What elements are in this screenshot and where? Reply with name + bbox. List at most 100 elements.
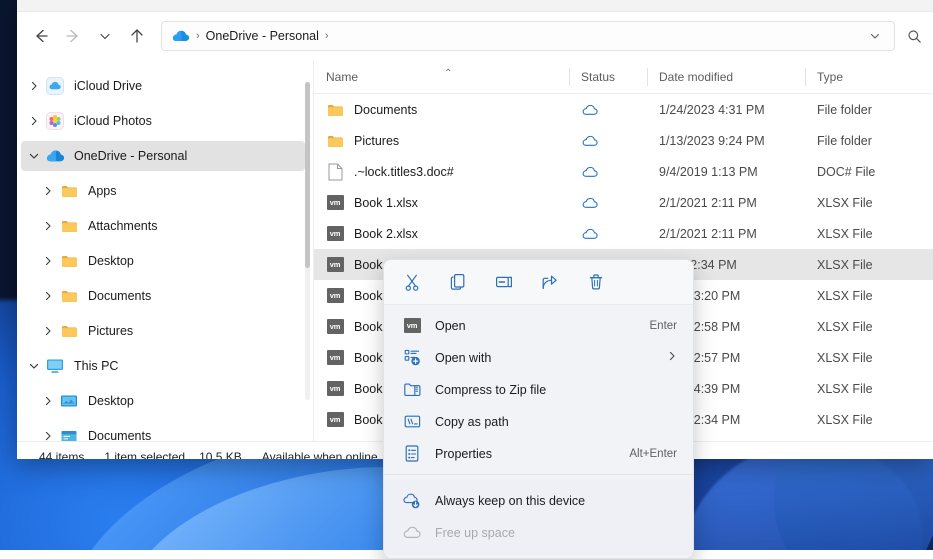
vm-file-icon: vm — [327, 350, 344, 365]
vm-file-icon: vm — [327, 257, 344, 272]
menu-item-open-with[interactable]: Open with — [388, 342, 689, 373]
breadcrumb-path-label[interactable]: OneDrive - Personal — [206, 29, 319, 43]
chevron-right-icon[interactable] — [37, 180, 59, 202]
file-name-label: Book — [354, 351, 383, 365]
column-header-status[interactable]: Status — [569, 66, 647, 88]
properties-icon — [402, 444, 422, 464]
search-icon[interactable] — [901, 23, 927, 49]
breadcrumb-separator-2[interactable]: › — [325, 30, 329, 42]
menu-item-free-up-space: Free up space — [388, 517, 689, 548]
cloud-online-icon — [581, 163, 599, 181]
sidebar-item-desktop[interactable]: Desktop — [21, 246, 305, 276]
vm-file-icon: vm — [327, 412, 344, 427]
file-name-cell[interactable]: vmBook 1.xlsx — [314, 194, 569, 212]
vm-file-icon: vm — [404, 318, 421, 333]
menu-item-compress-to-zip-file[interactable]: Compress to Zip file — [388, 374, 689, 405]
menu-item-shortcut: Alt+Enter — [629, 448, 677, 460]
up-arrow-icon[interactable] — [121, 20, 153, 52]
sidebar-item-label: iCloud Photos — [74, 114, 152, 128]
file-date-cell: 9/4/2019 1:13 PM — [647, 165, 805, 179]
file-status-cell — [569, 132, 647, 150]
file-name-cell[interactable]: Pictures — [314, 132, 569, 150]
rename-icon[interactable] — [490, 268, 518, 296]
sidebar-item-this-pc[interactable]: This PC — [21, 351, 305, 381]
address-bar-actions — [862, 23, 888, 49]
share-icon[interactable] — [536, 268, 564, 296]
window-title-bar — [17, 0, 933, 12]
file-name-cell[interactable]: .~lock.titles3.doc# — [314, 163, 569, 181]
cut-icon[interactable] — [398, 268, 426, 296]
vm-file-icon: vm — [326, 194, 344, 212]
chevron-down-icon[interactable] — [23, 355, 45, 377]
sidebar-item-icloud-drive[interactable]: iCloud Drive — [21, 71, 305, 101]
sidebar-item-apps[interactable]: Apps — [21, 176, 305, 206]
sidebar-item-documents[interactable]: Documents — [21, 281, 305, 311]
chevron-right-icon[interactable] — [37, 425, 59, 441]
menu-item-always-keep-on-this-device[interactable]: Always keep on this device — [388, 485, 689, 516]
menu-item-open[interactable]: vm Open Enter — [388, 310, 689, 341]
desktop-pc-icon — [59, 391, 79, 411]
file-type-cell: XLSX File — [805, 413, 933, 427]
file-name-cell[interactable]: Documents — [314, 101, 569, 119]
table-row[interactable]: Pictures1/13/2023 9:24 PMFile folder — [314, 125, 933, 156]
folder-icon — [326, 101, 344, 119]
cloud-online-icon — [581, 132, 599, 150]
file-status-cell — [569, 194, 647, 212]
chevron-right-icon[interactable] — [37, 320, 59, 342]
delete-icon[interactable] — [582, 268, 610, 296]
menu-item-label: Open — [435, 319, 466, 333]
cloud-download-icon — [402, 491, 422, 511]
column-header-name[interactable]: Name ⌃ — [314, 66, 569, 88]
chevron-down-icon[interactable] — [23, 145, 45, 167]
recent-locations-chevron-down-icon[interactable] — [89, 20, 121, 52]
file-name-label: Book 2.xlsx — [354, 227, 418, 241]
file-type-cell: File folder — [805, 103, 933, 117]
table-row[interactable]: Documents1/24/2023 4:31 PMFile folder — [314, 94, 933, 125]
table-row[interactable]: .~lock.titles3.doc#9/4/2019 1:13 PMDOC# … — [314, 156, 933, 187]
column-header-type[interactable]: Type — [805, 66, 933, 88]
chevron-right-icon[interactable] — [23, 75, 45, 97]
sidebar-item-documents[interactable]: Documents — [21, 421, 305, 441]
address-chevron-down-icon[interactable] — [862, 23, 888, 49]
sidebar-item-onedrive-personal[interactable]: OneDrive - Personal — [21, 141, 305, 171]
menu-item-properties[interactable]: PropertiesAlt+Enter — [388, 438, 689, 469]
sidebar-item-pictures[interactable]: Pictures — [21, 316, 305, 346]
sidebar-item-desktop[interactable]: Desktop — [21, 386, 305, 416]
column-header-date-label: Date modified — [659, 70, 733, 84]
open-with-icon — [402, 348, 422, 368]
copy-icon[interactable] — [444, 268, 472, 296]
menu-item-label: Always keep on this device — [435, 494, 585, 508]
column-header-date-modified[interactable]: Date modified — [647, 66, 805, 88]
vm-file-icon: vm — [327, 226, 344, 241]
file-name-cell[interactable]: vm Book 2.xlsx — [314, 225, 569, 243]
chevron-right-icon[interactable] — [37, 215, 59, 237]
onedrive-icon — [45, 146, 65, 166]
chevron-right-icon[interactable] — [37, 390, 59, 412]
forward-arrow-icon[interactable] — [57, 20, 89, 52]
vm-file-icon: vm — [326, 256, 344, 274]
chevron-right-icon[interactable] — [23, 110, 45, 132]
menu-item-copy-as-path[interactable]: Copy as path — [388, 406, 689, 437]
table-row[interactable]: vmBook 1.xlsx2/1/2021 2:11 PMXLSX File — [314, 187, 933, 218]
menu-item-label: Open with — [435, 351, 491, 365]
chevron-right-icon[interactable] — [37, 285, 59, 307]
column-header-type-label: Type — [817, 70, 843, 84]
address-bar[interactable]: › OneDrive - Personal › — [161, 21, 895, 51]
sidebar-item-label: Desktop — [88, 394, 134, 408]
onedrive-cloud-icon — [172, 27, 190, 45]
vm-file-icon: vm — [326, 411, 344, 429]
sidebar-scrollbar-thumb[interactable] — [305, 82, 310, 268]
sidebar-item-icloud-photos[interactable]: iCloud Photos — [21, 106, 305, 136]
sidebar-item-attachments[interactable]: Attachments — [21, 211, 305, 241]
copy-path-icon — [402, 412, 422, 432]
menu-item-shortcut: Enter — [650, 320, 678, 332]
folder-icon — [59, 321, 79, 341]
back-arrow-icon[interactable] — [25, 20, 57, 52]
chevron-right-icon[interactable] — [37, 250, 59, 272]
table-row[interactable]: vmBook 2.xlsx2/1/2021 2:11 PMXLSX File — [314, 218, 933, 249]
vm-file-icon: vm — [326, 349, 344, 367]
folder-icon — [59, 286, 79, 306]
file-date-cell: 2/1/2021 2:11 PM — [647, 196, 805, 210]
sidebar-scrollbar[interactable] — [305, 82, 310, 400]
folder-icon — [326, 132, 344, 150]
